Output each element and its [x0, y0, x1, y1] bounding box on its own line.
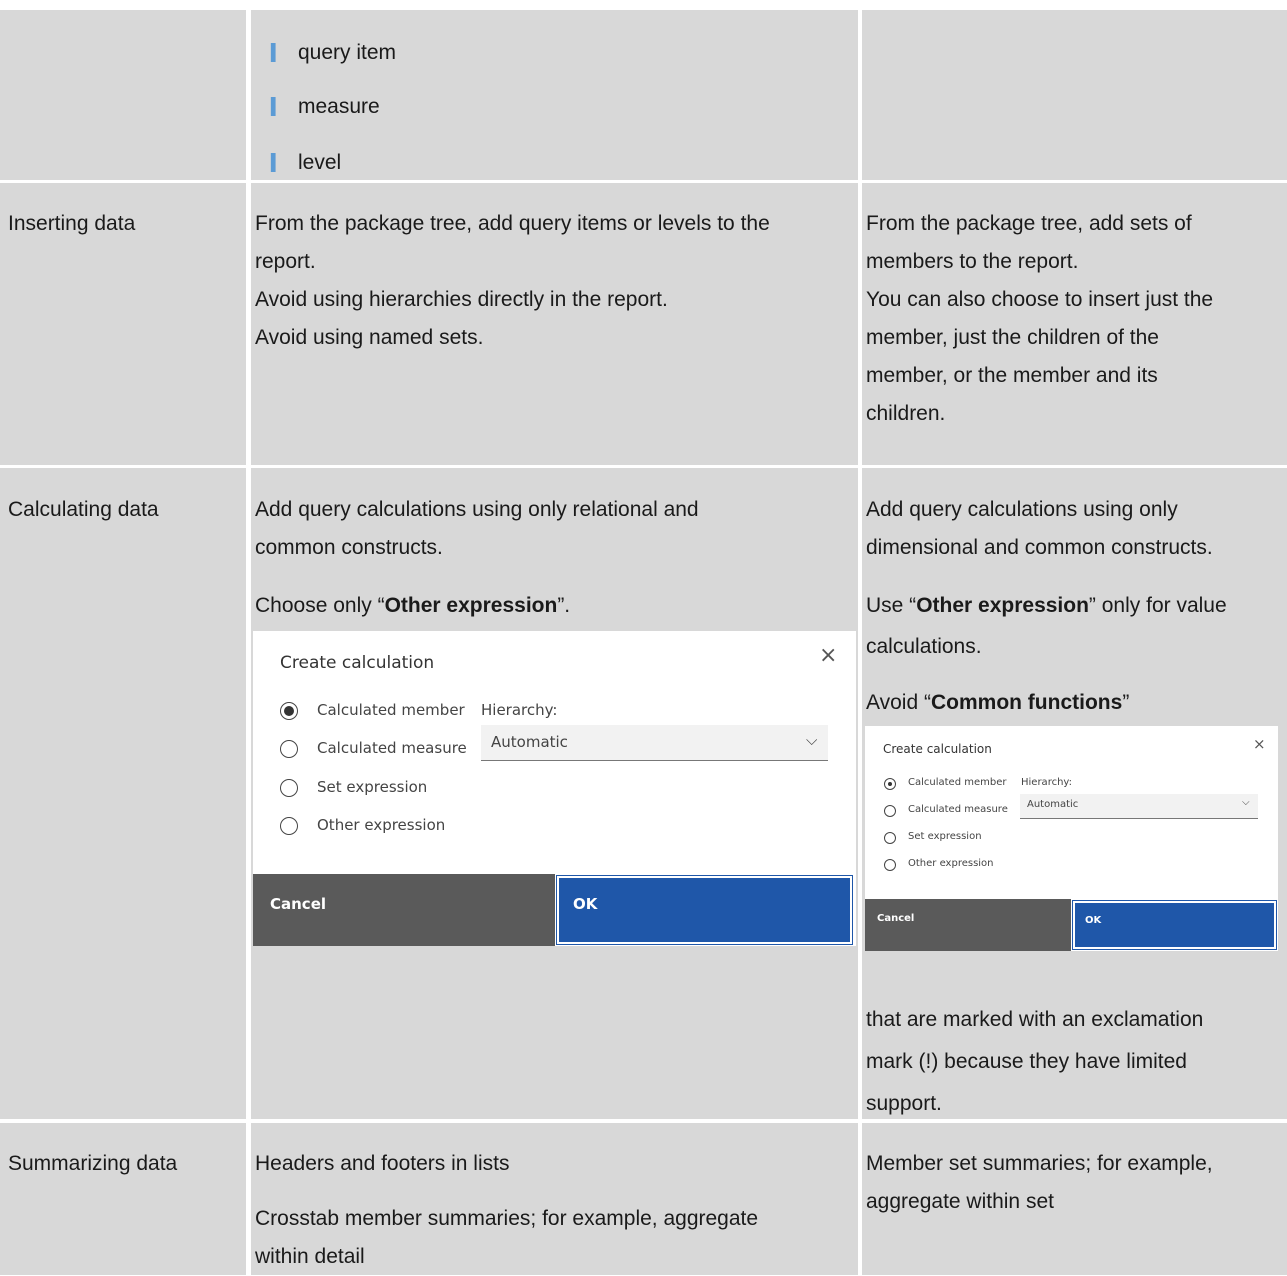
option-label: Other expression [317, 816, 446, 834]
cancel-button[interactable]: Cancel [253, 874, 555, 946]
cell-text: within detail [255, 1245, 365, 1268]
comparison-table: ▍ query item ▍ measure ▍ level Inserting… [0, 0, 1287, 1275]
row0-rel-cell: ▍ query item ▍ measure ▍ level [251, 10, 858, 180]
radio-calculated-member[interactable] [280, 702, 298, 720]
option-label: Set expression [908, 831, 982, 842]
cell-text: Member set summaries; for example, [866, 1152, 1213, 1175]
text-run-bold: Other expression [384, 594, 558, 617]
close-icon[interactable]: × [1253, 735, 1266, 753]
row3-label-cell: Summarizing data [0, 1123, 246, 1275]
cell-text: Add query calculations using only relati… [255, 498, 699, 521]
bullet-marker: ▍ [271, 45, 284, 62]
cell-text: report. [255, 250, 316, 273]
radio-calculated-member[interactable] [884, 778, 896, 790]
dialog-title: Create calculation [883, 742, 992, 756]
ok-label: OK [573, 895, 598, 913]
text-run: Use “ [866, 594, 917, 617]
option-label: Set expression [317, 778, 428, 796]
cell-text: From the package tree, add sets of [866, 212, 1192, 235]
cell-text-use: Use “Other expression” only for value [866, 587, 1227, 625]
text-run: ” [1122, 691, 1130, 714]
cell-text: that are marked with an exclamation [866, 1008, 1204, 1031]
hierarchy-select[interactable]: Automatic ⌵ [1020, 794, 1258, 819]
cell-text: Avoid using named sets. [255, 326, 484, 349]
row2-label-cell: Calculating data [0, 468, 246, 1119]
create-calculation-dialog-small: Create calculation × Calculated member C… [865, 726, 1278, 951]
hierarchy-label: Hierarchy: [481, 701, 558, 719]
chevron-down-icon: ⌵ [806, 731, 818, 749]
text-run: ” only for value [1088, 594, 1227, 617]
option-label: Calculated measure [908, 804, 1008, 815]
cancel-label: Cancel [270, 895, 327, 913]
create-calculation-dialog: Create calculation × Calculated member C… [253, 631, 856, 946]
dialog-title: Create calculation [280, 653, 435, 673]
row3-dim-cell: Member set summaries; for example, aggre… [862, 1123, 1287, 1275]
row-label: Calculating data [8, 498, 159, 521]
cell-text: Crosstab member summaries; for example, … [255, 1207, 759, 1230]
chevron-down-icon: ⌵ [1242, 797, 1250, 808]
row3-rel-cell: Headers and footers in lists Crosstab me… [251, 1123, 858, 1275]
bullet-marker: ▍ [271, 155, 284, 172]
row0-dim-cell [862, 10, 1287, 180]
cell-text-choose: Choose only “Other expression”. [255, 587, 570, 625]
cell-text: members to the report. [866, 250, 1079, 273]
text-run-bold: Other expression [916, 594, 1089, 617]
cell-text: common constructs. [255, 536, 443, 559]
cell-text: You can also choose to insert just the [866, 288, 1214, 311]
cell-text: mark (!) because they have limited [866, 1050, 1187, 1073]
cell-text: Add query calculations using only [866, 498, 1178, 521]
hierarchy-value: Automatic [1027, 799, 1079, 810]
text-run: Choose only “ [255, 594, 385, 617]
cell-text: aggregate within set [866, 1190, 1054, 1213]
radio-calculated-measure[interactable] [280, 740, 298, 758]
radio-set-expression[interactable] [280, 779, 298, 797]
close-icon[interactable]: × [819, 643, 837, 668]
ok-button[interactable]: OK [556, 875, 853, 945]
option-label: Calculated member [908, 777, 1007, 788]
ok-button[interactable]: OK [1072, 900, 1277, 950]
cell-text: member, or the member and its [866, 364, 1158, 387]
row0-label-cell [0, 10, 246, 180]
row1-dim-cell: From the package tree, add sets of membe… [862, 183, 1287, 465]
cancel-label: Cancel [877, 913, 915, 924]
text-run: ”. [557, 594, 571, 617]
row1-rel-cell: From the package tree, add query items o… [251, 183, 858, 465]
radio-set-expression[interactable] [884, 832, 896, 844]
text-run-bold: Common functions [930, 691, 1123, 714]
cell-text: member, just the children of the [866, 326, 1159, 349]
cell-text: Avoid using hierarchies directly in the … [255, 288, 668, 311]
cell-text: dimensional and common constructs. [866, 536, 1213, 559]
cell-text: From the package tree, add query items o… [255, 212, 770, 235]
cancel-button[interactable]: Cancel [865, 899, 1071, 951]
row1-label-cell: Inserting data [0, 183, 246, 465]
hierarchy-label: Hierarchy: [1021, 777, 1072, 788]
hierarchy-select[interactable]: Automatic ⌵ [481, 725, 828, 761]
row-label: Summarizing data [8, 1152, 178, 1175]
option-label: Calculated measure [317, 739, 467, 757]
radio-calculated-measure[interactable] [884, 805, 896, 817]
option-label: Calculated member [317, 701, 465, 719]
radio-other-expression[interactable] [884, 859, 896, 871]
bullet-item: level [298, 151, 342, 174]
cell-text: Headers and footers in lists [255, 1152, 510, 1175]
row-label: Inserting data [8, 212, 136, 235]
text-run: Avoid “ [866, 691, 931, 714]
bullet-item: measure [298, 95, 380, 118]
cell-text: calculations. [866, 635, 982, 658]
cell-text: support. [866, 1092, 942, 1115]
hierarchy-value: Automatic [491, 733, 568, 751]
bullet-marker: ▍ [271, 99, 284, 116]
cell-text-avoid: Avoid “Common functions” [866, 684, 1129, 722]
cell-text: children. [866, 402, 946, 425]
radio-other-expression[interactable] [280, 817, 298, 835]
ok-label: OK [1085, 915, 1102, 926]
bullet-item: query item [298, 41, 397, 64]
option-label: Other expression [908, 858, 994, 869]
